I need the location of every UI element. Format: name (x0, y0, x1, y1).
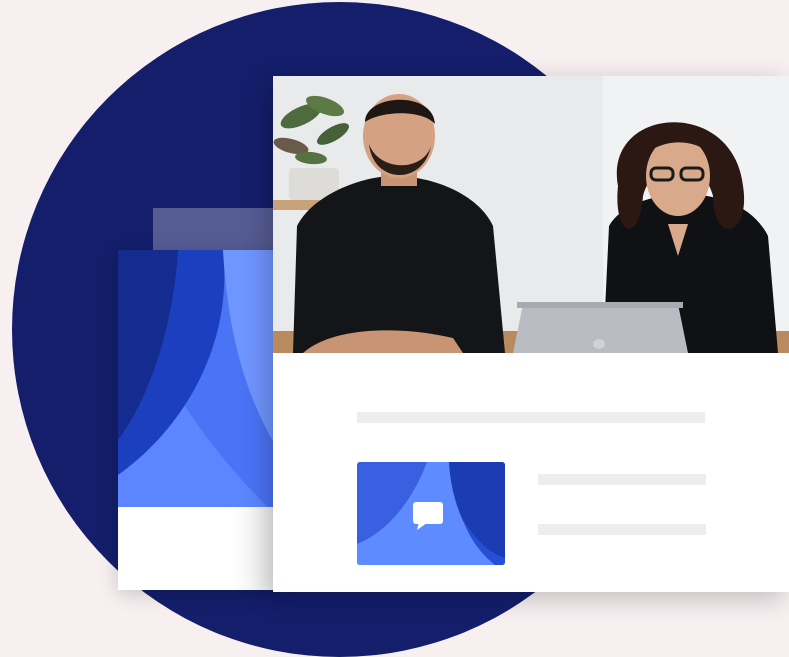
front-card (273, 76, 789, 592)
hero-illustration (0, 0, 789, 657)
abstract-blue-shapes-icon (118, 250, 278, 507)
photo-of-two-people-at-laptop (273, 76, 789, 353)
media-text-placeholder-1 (538, 474, 706, 485)
back-card (118, 250, 278, 590)
media-text-placeholder-2 (538, 524, 706, 535)
back-card-ghost (153, 208, 283, 253)
back-card-body (118, 507, 278, 590)
title-placeholder (357, 412, 705, 423)
chat-media-tile[interactable] (357, 462, 505, 565)
